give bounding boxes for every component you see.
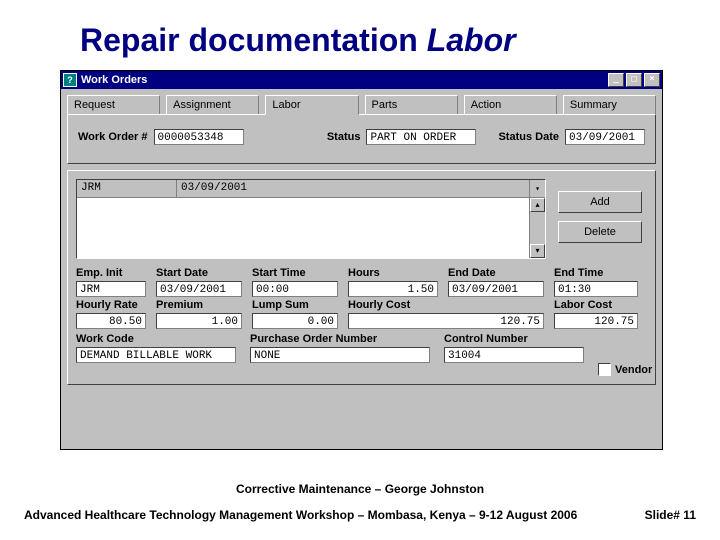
vendor-checkbox-wrap[interactable]: Vendor <box>598 363 668 376</box>
end-time-label: End Time <box>554 267 638 279</box>
labor-cost-label: Labor Cost <box>554 299 638 311</box>
start-date-field[interactable]: 03/09/2001 <box>156 281 242 297</box>
vertical-scrollbar[interactable]: ▴ ▾ <box>529 198 545 258</box>
slide-title-text: Repair documentation <box>80 22 427 58</box>
close-button[interactable]: × <box>644 73 660 87</box>
po-number-label: Purchase Order Number <box>250 333 430 345</box>
premium-field[interactable]: 1.00 <box>156 313 242 329</box>
list-header-scroll-icon[interactable]: ▾ <box>529 180 545 197</box>
add-button[interactable]: Add <box>558 191 642 213</box>
minimize-button[interactable]: _ <box>608 73 624 87</box>
list-col-emp: JRM <box>77 180 177 197</box>
hourly-rate-label: Hourly Rate <box>76 299 146 311</box>
labor-panel: JRM 03/09/2001 ▾ ▴ ▾ Add Delete Emp. I <box>67 170 656 385</box>
labor-list-header: JRM 03/09/2001 ▾ <box>77 180 545 198</box>
labor-listbox[interactable]: JRM 03/09/2001 ▾ ▴ ▾ <box>76 179 546 259</box>
app-icon: ? <box>63 73 77 87</box>
vendor-label: Vendor <box>615 364 652 376</box>
footer-workshop: Advanced Healthcare Technology Managemen… <box>24 508 577 522</box>
footer-line-2: Advanced Healthcare Technology Managemen… <box>0 508 720 522</box>
start-time-field[interactable]: 00:00 <box>252 281 338 297</box>
slide-number: Slide# 11 <box>645 508 696 522</box>
emp-init-field[interactable]: JRM <box>76 281 146 297</box>
client-area: Request Assignment Labor Parts Action Su… <box>61 89 662 449</box>
tab-parts[interactable]: Parts <box>365 95 458 115</box>
status-field[interactable]: PART ON ORDER <box>366 129 476 145</box>
footer-line-1: Corrective Maintenance – George Johnston <box>0 482 720 496</box>
work-order-field[interactable]: 0000053348 <box>154 129 244 145</box>
scroll-up-button[interactable]: ▴ <box>530 198 545 212</box>
header-panel: Work Order # 0000053348 Status PART ON O… <box>67 114 656 164</box>
labor-fields-grid: Emp. Init Start Date Start Time Hours En… <box>76 267 647 329</box>
start-time-label: Start Time <box>252 267 338 279</box>
tab-assignment[interactable]: Assignment <box>166 95 259 115</box>
work-code-label: Work Code <box>76 333 236 345</box>
tab-summary[interactable]: Summary <box>563 95 656 115</box>
lump-sum-field[interactable]: 0.00 <box>252 313 338 329</box>
list-col-date: 03/09/2001 <box>177 180 529 197</box>
tab-request[interactable]: Request <box>67 95 160 115</box>
work-code-field[interactable]: DEMAND BILLABLE WORK <box>76 347 236 363</box>
control-number-label: Control Number <box>444 333 584 345</box>
maximize-button[interactable]: □ <box>626 73 642 87</box>
status-label: Status <box>327 131 361 143</box>
start-date-label: Start Date <box>156 267 242 279</box>
tab-labor[interactable]: Labor <box>265 95 358 115</box>
hourly-rate-field[interactable]: 80.50 <box>76 313 146 329</box>
control-number-field[interactable]: 31004 <box>444 347 584 363</box>
slide-title-labor: Labor <box>427 22 516 58</box>
hours-label: Hours <box>348 267 438 279</box>
premium-label: Premium <box>156 299 242 311</box>
labor-list-body[interactable] <box>77 198 545 259</box>
tab-action[interactable]: Action <box>464 95 557 115</box>
lump-sum-label: Lump Sum <box>252 299 338 311</box>
end-time-field[interactable]: 01:30 <box>554 281 638 297</box>
hourly-cost-field: 120.75 <box>348 313 544 329</box>
emp-init-label: Emp. Init <box>76 267 146 279</box>
status-date-label: Status Date <box>498 131 559 143</box>
work-orders-window: ? Work Orders _ □ × Request Assignment L… <box>60 70 663 450</box>
labor-cost-field: 120.75 <box>554 313 638 329</box>
titlebar[interactable]: ? Work Orders _ □ × <box>61 71 662 89</box>
labor-list-area: JRM 03/09/2001 ▾ ▴ ▾ Add Delete <box>76 179 647 259</box>
window-title: Work Orders <box>81 74 147 86</box>
end-date-field[interactable]: 03/09/2001 <box>448 281 544 297</box>
vendor-checkbox[interactable] <box>598 363 611 376</box>
work-order-label: Work Order # <box>78 131 148 143</box>
labor-bottom-grid: Work Code Purchase Order Number Control … <box>76 333 647 376</box>
status-date-field[interactable]: 03/09/2001 <box>565 129 645 145</box>
scroll-down-button[interactable]: ▾ <box>530 244 545 258</box>
delete-button[interactable]: Delete <box>558 221 642 243</box>
tab-bar: Request Assignment Labor Parts Action Su… <box>67 95 656 115</box>
end-date-label: End Date <box>448 267 544 279</box>
list-side-buttons: Add Delete <box>558 191 642 243</box>
po-number-field[interactable]: NONE <box>250 347 430 363</box>
slide-title: Repair documentation Labor <box>0 0 720 65</box>
hourly-cost-label: Hourly Cost <box>348 299 544 311</box>
hours-field[interactable]: 1.50 <box>348 281 438 297</box>
